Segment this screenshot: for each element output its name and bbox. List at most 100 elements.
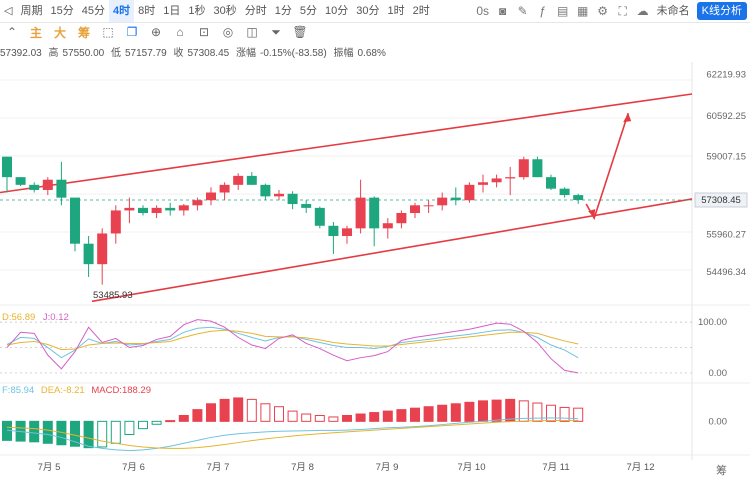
macd-hist-bar	[178, 414, 189, 422]
candle-body	[410, 205, 420, 213]
channel-lower-line	[91, 198, 693, 303]
candle-body	[546, 177, 556, 189]
macd-dif-label: F:85.94	[2, 385, 35, 396]
macd-axis-label: 0.00	[709, 416, 728, 427]
candle-body	[287, 193, 298, 205]
macd-hist-bar	[29, 420, 40, 443]
kdj-d-label: D:56.89	[2, 312, 36, 323]
macd-hist-bar	[83, 420, 94, 449]
candle-body	[110, 210, 121, 234]
candle-body	[178, 205, 189, 211]
macd-hist-bar	[559, 406, 570, 422]
price-axis-label: 55960.27	[706, 229, 746, 240]
candle-body	[274, 193, 284, 197]
x-axis-label: 7月 10	[458, 462, 486, 473]
candle-body	[56, 179, 67, 198]
candle-body	[396, 212, 407, 224]
macd-hist-bar	[342, 414, 352, 422]
x-axis-label: 7月 12	[627, 462, 655, 473]
chips-label[interactable]: 筹	[716, 462, 727, 478]
candle-body	[151, 207, 162, 213]
candle-body	[219, 184, 230, 193]
candle-body	[437, 197, 448, 206]
kdj-axis-label: 0.00	[709, 368, 728, 379]
price-axis-label: 59007.15	[706, 152, 746, 163]
macd-hist-bar	[206, 403, 216, 422]
macd-hist-bar	[219, 398, 230, 422]
macd-hist-bar	[464, 401, 475, 422]
kdj-j-line	[6, 319, 579, 374]
candle-body	[342, 228, 352, 237]
candle-body	[42, 179, 53, 190]
candle-body	[29, 184, 40, 190]
x-axis-label: 7月 7	[207, 462, 230, 473]
macd-hist-bar	[138, 420, 148, 430]
candle-body	[301, 204, 312, 208]
macd-hist-bar	[110, 420, 121, 444]
macd-hist-bar	[97, 420, 108, 448]
x-axis-label: 7月 9	[376, 462, 399, 473]
projection-arrow	[585, 112, 629, 221]
macd-hist-bar	[246, 398, 257, 422]
candle-body	[206, 192, 216, 201]
candle-body	[382, 223, 393, 229]
macd-hist-bar	[396, 409, 407, 422]
candle-body	[15, 177, 26, 185]
macd-hist-bar	[505, 398, 516, 422]
macd-hist-bar	[423, 406, 434, 422]
macd-hist-bar	[233, 397, 244, 422]
candle-body	[83, 243, 94, 265]
macd-hist-bar	[260, 403, 271, 422]
candle-body	[328, 225, 339, 237]
low-annotation: 53485.93	[93, 290, 133, 301]
macd-hist-label: MACD:188.29	[91, 385, 151, 396]
macd-hist-bar	[151, 420, 162, 425]
macd-hist-bar	[546, 404, 556, 422]
candle-body	[464, 184, 475, 201]
macd-hist-bar	[124, 420, 135, 436]
candle-body	[369, 197, 380, 229]
x-axis-label: 7月 11	[542, 462, 569, 473]
macd-hist-bar	[491, 399, 502, 422]
candle-body	[505, 177, 516, 179]
candle-body	[192, 200, 203, 206]
candle-body	[124, 207, 135, 211]
price-axis-label: 60592.25	[706, 111, 746, 122]
macd-hist-bar	[42, 420, 53, 444]
macd-hist-bar	[437, 404, 448, 422]
macd-hist-bar	[301, 413, 312, 422]
macd-hist-bar	[573, 407, 584, 422]
macd-hist-bar	[410, 407, 420, 422]
kdj-j-label: J:0.12	[42, 312, 69, 323]
x-axis-label: 7月 5	[38, 462, 61, 473]
macd-hist-bar	[382, 410, 393, 422]
macd-dea-label: DEA:-8.21	[40, 385, 85, 396]
macd-hist-bar	[478, 400, 488, 422]
price-axis-label: 62219.93	[706, 69, 746, 80]
macd-hist-bar	[355, 413, 366, 422]
candle-body	[260, 184, 271, 197]
candle-body	[491, 178, 502, 183]
kline-chart[interactable]: 62219.93 60592.25 59007.15 55960.27 54496.34…	[0, 0, 750, 481]
candle-body	[573, 195, 584, 200]
macd-hist-bar	[274, 406, 284, 422]
candle-body	[97, 233, 108, 265]
macd-hist-bar	[314, 414, 325, 422]
candle-body	[2, 156, 12, 178]
kdj-axis-label: 100.00	[698, 317, 727, 328]
price-axis-label: 54496.34	[706, 267, 746, 278]
x-axis-label: 7月 8	[291, 462, 314, 473]
candle-body	[355, 197, 366, 229]
candle-body	[532, 159, 543, 178]
macd-hist-bar	[192, 409, 203, 422]
candle-body	[518, 159, 529, 178]
x-axis-label: 7月 6	[122, 462, 145, 473]
candle-body	[314, 207, 325, 226]
candle-body	[233, 175, 244, 185]
candle-body	[478, 182, 488, 185]
candle-body	[450, 197, 461, 201]
macd-hist-bar	[287, 410, 298, 422]
macd-hist-bar	[165, 420, 176, 423]
macd-hist-bar	[328, 416, 339, 422]
candle-body	[165, 207, 176, 211]
